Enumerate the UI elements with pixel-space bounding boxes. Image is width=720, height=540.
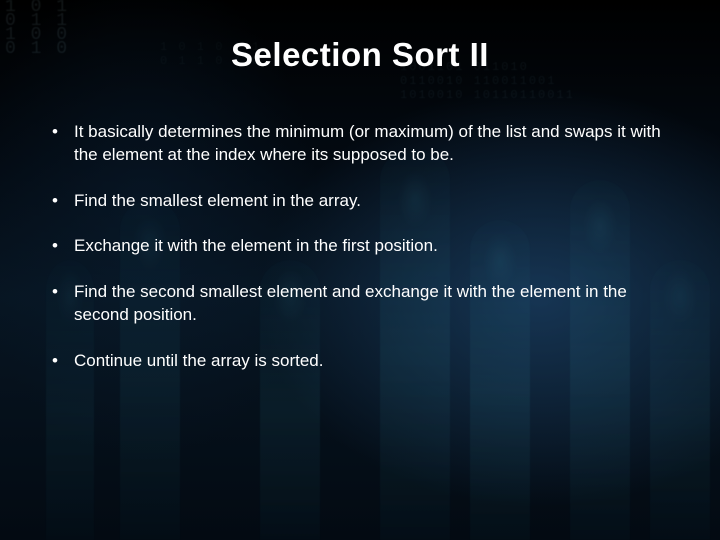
list-item: It basically determines the minimum (or … <box>48 120 672 167</box>
bullet-text: Find the second smallest element and exc… <box>74 282 627 324</box>
list-item: Find the second smallest element and exc… <box>48 280 672 327</box>
list-item: Exchange it with the element in the firs… <box>48 234 672 257</box>
slide-title: Selection Sort II <box>48 36 672 74</box>
bullet-text: It basically determines the minimum (or … <box>74 122 661 164</box>
bullet-list: It basically determines the minimum (or … <box>48 120 672 372</box>
bullet-text: Find the smallest element in the array. <box>74 191 361 210</box>
bullet-text: Continue until the array is sorted. <box>74 351 323 370</box>
bullet-text: Exchange it with the element in the firs… <box>74 236 438 255</box>
slide: Selection Sort II It basically determine… <box>0 0 720 540</box>
list-item: Continue until the array is sorted. <box>48 349 672 372</box>
list-item: Find the smallest element in the array. <box>48 189 672 212</box>
